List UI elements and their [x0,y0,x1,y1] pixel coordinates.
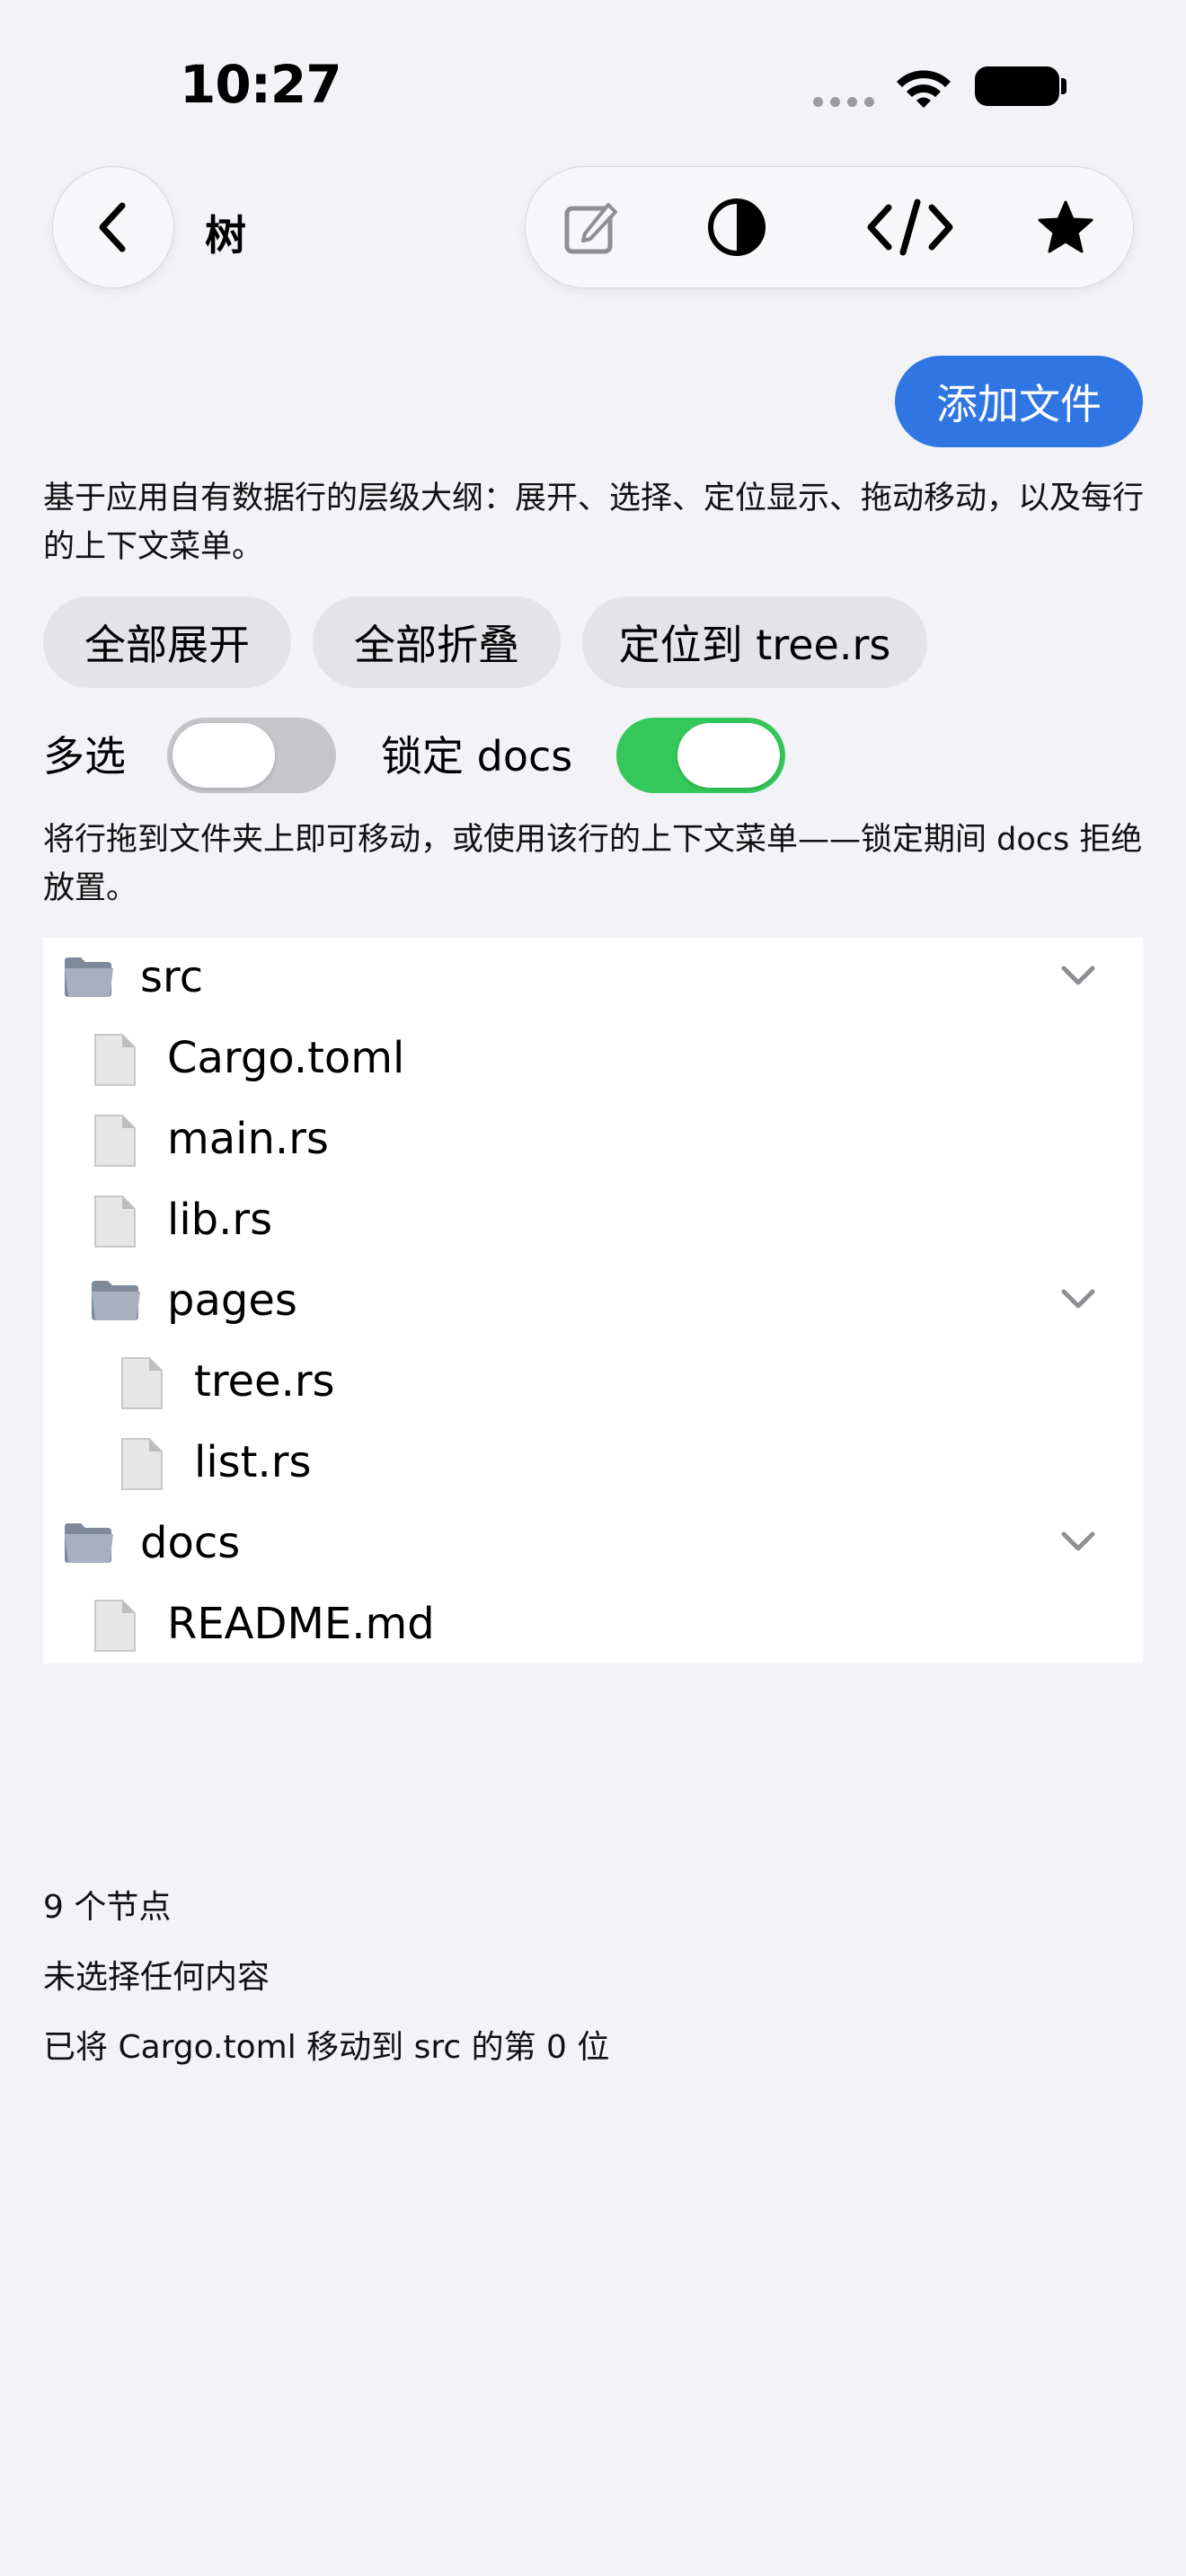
battery-icon [975,66,1059,106]
file-icon [94,1115,136,1167]
star-icon [1038,200,1093,253]
description-text: 基于应用自有数据行的层级大纲：展开、选择、定位显示、拖动移动，以及每行的上下文菜… [43,481,1145,565]
edit-icon [564,203,617,254]
tree-row-src[interactable]: src [43,938,1143,1019]
drag-hint-text: 将行拖到文件夹上即可移动，或使用该行的上下文菜单——锁定期间 docs 拒绝放置… [43,822,1143,906]
add-file-button[interactable]: 添加文件 [895,356,1143,447]
file-icon [94,1195,136,1248]
cellular-signal-icon [813,97,874,107]
source-code-button[interactable] [863,196,957,259]
tree-row-list-rs[interactable]: list.rs [43,1423,1143,1504]
collapse-all-button[interactable]: 全部折叠 [313,596,561,688]
lock-docs-toggle[interactable] [616,718,785,793]
node-count-text: 9 个节点 [43,1889,172,1926]
reveal-tree-rs-button[interactable]: 定位到 tree.rs [582,596,927,688]
tree-row-label: list.rs [194,1437,312,1487]
battery-tip [1061,78,1067,94]
tree-row-label: lib.rs [167,1195,273,1245]
wifi-icon [897,70,951,108]
favorite-button[interactable] [1034,196,1097,259]
file-tree: src Cargo.toml main.rs lib.rs pages tree… [43,938,1143,1663]
tree-row-readme-md[interactable]: README.md [43,1584,1143,1665]
edit-button[interactable] [560,196,623,259]
page-title: 树 [205,211,246,260]
multiselect-toggle[interactable] [167,718,336,793]
file-icon [121,1357,163,1409]
lock-docs-label: 锁定 docs [381,732,573,781]
chevron-down-icon[interactable] [1060,1529,1096,1554]
toggle-knob [677,723,780,788]
chevron-down-icon[interactable] [1060,1286,1096,1311]
selection-status-text: 未选择任何内容 [43,1959,270,1996]
multiselect-label: 多选 [43,732,126,781]
tree-row-label: main.rs [167,1114,329,1164]
chevron-left-icon [99,202,126,252]
file-icon [94,1600,136,1652]
tree-row-label: Cargo.toml [167,1033,405,1083]
tree-row-label: pages [167,1275,297,1326]
tree-row-pages[interactable]: pages [43,1261,1143,1342]
tree-row-label: src [140,952,204,1002]
contrast-icon [708,198,766,256]
folder-icon [65,957,113,997]
folder-icon [65,1523,113,1563]
folder-icon [92,1281,140,1320]
tree-row-main-rs[interactable]: main.rs [43,1099,1143,1180]
expand-all-button[interactable]: 全部展开 [43,596,291,688]
chevron-down-icon[interactable] [1060,963,1096,988]
tree-row-docs[interactable]: docs [43,1504,1143,1584]
tree-row-cargo-toml[interactable]: Cargo.toml [43,1019,1143,1099]
code-icon [867,198,953,256]
status-time: 10:27 [180,54,342,115]
file-icon [94,1034,136,1086]
tree-row-tree-rs[interactable]: tree.rs [43,1342,1143,1423]
file-icon [121,1438,163,1490]
tree-row-lib-rs[interactable]: lib.rs [43,1180,1143,1261]
back-button[interactable] [52,166,174,288]
tree-row-label: README.md [167,1599,435,1649]
last-move-text: 已将 Cargo.toml 移动到 src 的第 0 位 [43,2029,610,2066]
toolbar [525,166,1134,288]
tree-row-label: tree.rs [194,1356,335,1407]
appearance-button[interactable] [705,196,768,259]
toggle-knob [173,723,275,788]
tree-row-label: docs [140,1518,241,1568]
